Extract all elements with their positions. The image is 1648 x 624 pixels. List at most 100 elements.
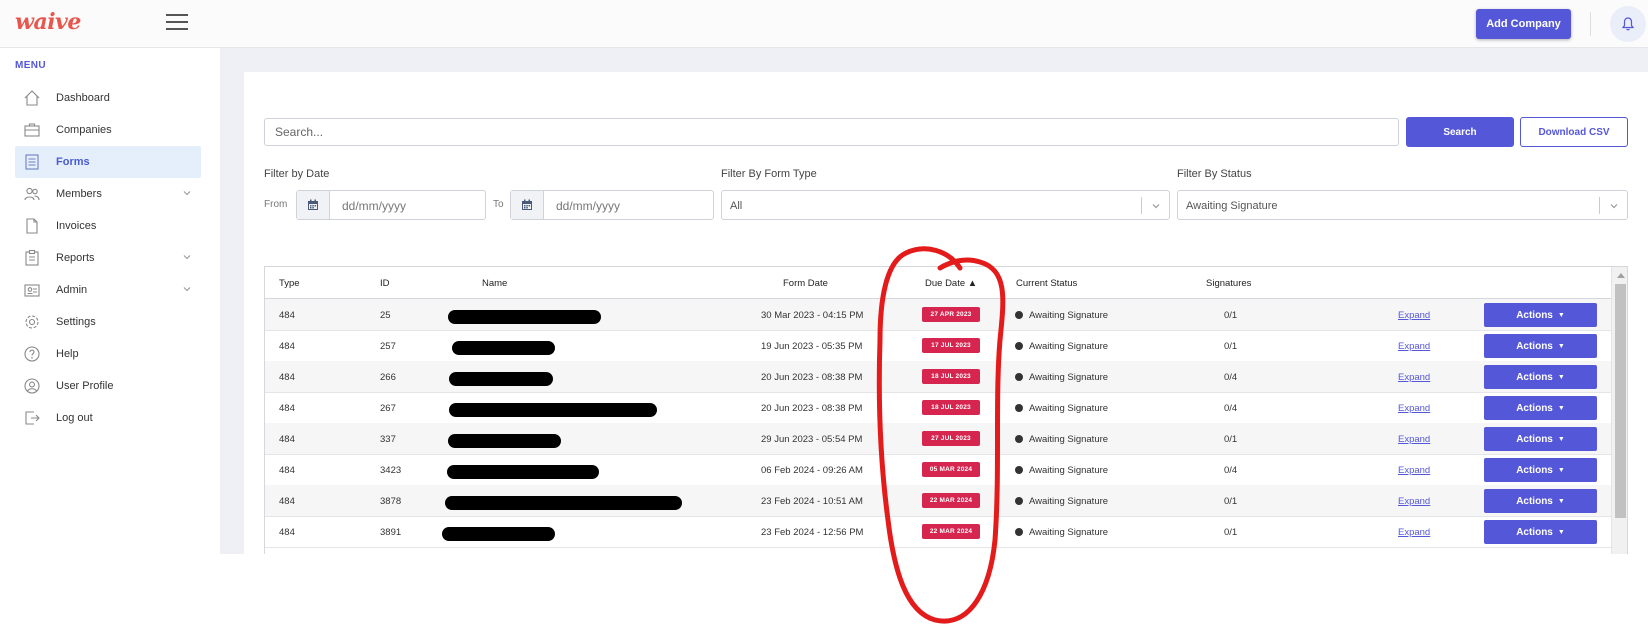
from-date-field[interactable]: dd/mm/yyyy [296, 190, 486, 220]
cell-status: Awaiting Signature [1029, 372, 1109, 383]
cell-form-date: 30 Mar 2023 - 04:15 PM [761, 310, 864, 321]
redacted-name [449, 372, 553, 386]
admin-icon [22, 280, 42, 300]
cell-form-date: 20 Jun 2023 - 08:38 PM [761, 403, 863, 414]
add-company-button[interactable]: Add Company [1476, 9, 1571, 39]
sidebar-item-help[interactable]: Help [15, 338, 201, 370]
status-select[interactable]: Awaiting Signature [1177, 190, 1628, 220]
calendar-icon[interactable] [511, 191, 544, 219]
header-signatures[interactable]: Signatures [1206, 278, 1251, 289]
actions-button[interactable]: Actions ▼ [1484, 396, 1597, 420]
header-due-date-label: Due Date [925, 278, 966, 289]
cell-id: 337 [380, 434, 396, 445]
scroll-up-arrow-icon[interactable] [1612, 267, 1627, 283]
redacted-name [442, 527, 555, 541]
cell-id: 3878 [380, 496, 402, 507]
form-type-select[interactable]: All [721, 190, 1170, 220]
table-row: 484 337 29 Jun 2023 - 05:54 PM 27 JUL 2023 A… [265, 423, 1611, 455]
actions-button[interactable]: Actions ▼ [1484, 520, 1597, 544]
expand-link[interactable]: Expand [1398, 372, 1430, 383]
sidebar-item-admin[interactable]: Admin [15, 274, 201, 306]
header-divider [1590, 12, 1591, 36]
header-id[interactable]: ID [380, 278, 390, 289]
to-date-field[interactable]: dd/mm/yyyy [510, 190, 714, 220]
chevron-down-icon: ▼ [1557, 404, 1565, 412]
filter-by-form-type-label: Filter By Form Type [721, 168, 817, 180]
sidebar-item-log-out[interactable]: Log out [15, 402, 201, 434]
menu-title: MENU [15, 60, 47, 71]
status-dot-icon [1015, 466, 1023, 474]
header-name[interactable]: Name [482, 278, 507, 289]
sidebar-item-user-profile[interactable]: User Profile [15, 370, 201, 402]
due-date-badge: 05 MAR 2024 [922, 462, 980, 477]
expand-link[interactable]: Expand [1398, 496, 1430, 507]
actions-label: Actions [1516, 402, 1553, 414]
actions-button[interactable]: Actions ▼ [1484, 458, 1597, 482]
cell-status: Awaiting Signature [1029, 434, 1109, 445]
cell-status: Awaiting Signature [1029, 403, 1109, 414]
cell-type: 484 [279, 341, 295, 352]
cell-id: 267 [380, 403, 396, 414]
cell-type: 484 [279, 496, 295, 507]
actions-button[interactable]: Actions ▼ [1484, 489, 1597, 513]
cell-signatures: 0/1 [1224, 310, 1238, 321]
cell-status: Awaiting Signature [1029, 341, 1109, 352]
sidebar-item-members[interactable]: Members [15, 178, 201, 210]
cell-form-date: 23 Feb 2024 - 10:51 AM [761, 496, 863, 507]
header-type[interactable]: Type [279, 278, 300, 289]
sidebar-item-label: Settings [56, 316, 96, 328]
header-current-status[interactable]: Current Status [1016, 278, 1077, 289]
cell-form-date: 19 Jun 2023 - 05:35 PM [761, 341, 863, 352]
actions-button[interactable]: Actions ▼ [1484, 427, 1597, 451]
status-dot-icon [1015, 311, 1023, 319]
status-dot-icon [1015, 373, 1023, 381]
expand-link[interactable]: Expand [1398, 310, 1430, 321]
table-row: 484 266 20 Jun 2023 - 08:38 PM 18 JUL 2023 A… [265, 361, 1611, 393]
search-input[interactable]: Search... [264, 118, 1399, 146]
sidebar-item-reports[interactable]: Reports [15, 242, 201, 274]
expand-link[interactable]: Expand [1398, 341, 1430, 352]
redacted-name [447, 465, 599, 479]
cell-status: Awaiting Signature [1029, 310, 1109, 321]
notification-button[interactable] [1610, 6, 1646, 42]
expand-link[interactable]: Expand [1398, 403, 1430, 414]
actions-button[interactable]: Actions ▼ [1484, 365, 1597, 389]
expand-link[interactable]: Expand [1398, 434, 1430, 445]
expand-link[interactable]: Expand [1398, 465, 1430, 476]
sidebar-item-label: User Profile [56, 380, 114, 392]
cell-signatures: 0/4 [1224, 372, 1238, 383]
sidebar-item-forms[interactable]: Forms [15, 146, 201, 178]
actions-button[interactable]: Actions ▼ [1484, 334, 1597, 358]
sidebar: MENU Dashboard Companies Forms Members Invoi… [0, 48, 220, 554]
chevron-down-icon: ▼ [1557, 528, 1565, 536]
sidebar-item-invoices[interactable]: Invoices [15, 210, 201, 242]
cell-id: 257 [380, 341, 396, 352]
sidebar-item-settings[interactable]: Settings [15, 306, 201, 338]
status-dot-icon [1015, 435, 1023, 443]
chevron-down-icon: ▼ [1557, 311, 1565, 319]
download-csv-button[interactable]: Download CSV [1520, 117, 1628, 147]
actions-button[interactable]: Actions ▼ [1484, 303, 1597, 327]
redacted-name [448, 310, 601, 324]
expand-link[interactable]: Expand [1398, 527, 1430, 538]
header-form-date[interactable]: Form Date [783, 278, 828, 289]
chevron-down-icon [1152, 204, 1160, 209]
sidebar-item-dashboard[interactable]: Dashboard [15, 82, 201, 114]
document-icon [22, 216, 42, 236]
due-date-badge: 18 JUL 2023 [922, 400, 980, 415]
sidebar-item-companies[interactable]: Companies [15, 114, 201, 146]
search-button[interactable]: Search [1406, 117, 1514, 147]
header-due-date[interactable]: Due Date ▲ [925, 278, 977, 289]
calendar-icon[interactable] [297, 191, 330, 219]
due-date-badge: 27 APR 2023 [922, 307, 980, 322]
redacted-name [445, 496, 682, 510]
chevron-down-icon: ▼ [1557, 466, 1565, 474]
table-scrollbar[interactable] [1611, 267, 1627, 554]
hamburger-menu-icon[interactable] [166, 14, 188, 30]
help-icon [22, 344, 42, 364]
scroll-thumb[interactable] [1615, 284, 1626, 518]
due-date-badge: 18 JUL 2023 [922, 369, 980, 384]
chevron-down-icon: ▼ [1557, 342, 1565, 350]
waive-logo[interactable]: waive [15, 9, 81, 35]
sidebar-item-label: Forms [56, 156, 90, 168]
